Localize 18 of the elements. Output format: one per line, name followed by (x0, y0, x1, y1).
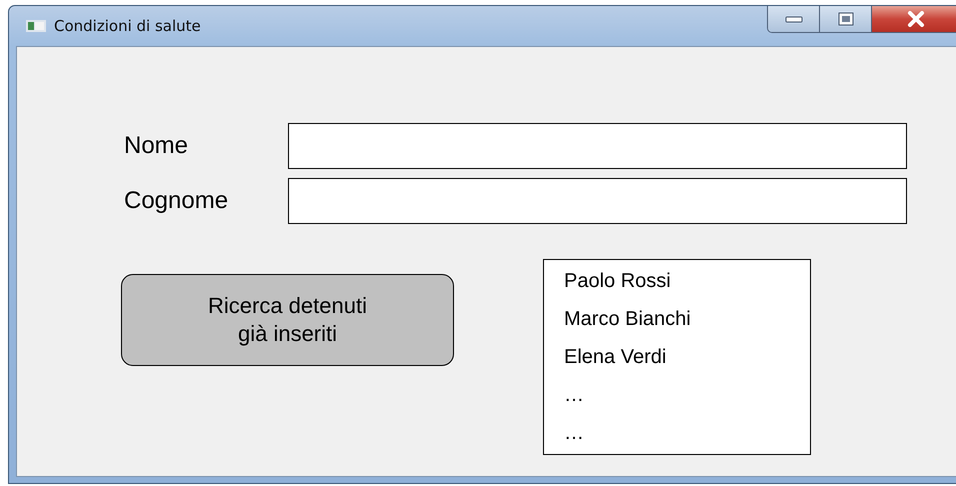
field-label: Nome (124, 132, 190, 160)
input-field[interactable] (288, 178, 907, 224)
field-label: Cognome (124, 187, 230, 215)
list-item[interactable]: Marco Bianchi (564, 302, 691, 340)
maximize-button[interactable] (820, 6, 872, 32)
search-button[interactable]: Ricerca detenuti già inseriti (121, 274, 454, 366)
close-icon (907, 11, 925, 27)
list-item[interactable]: Elena Verdi (564, 340, 666, 378)
list-item[interactable]: … (564, 378, 584, 416)
input-field[interactable] (288, 123, 907, 169)
maximize-icon (838, 12, 854, 26)
minimize-button[interactable] (768, 6, 820, 32)
close-button[interactable] (872, 6, 956, 32)
minimize-icon (784, 15, 802, 23)
app-icon (26, 19, 46, 33)
list-item[interactable]: Paolo Rossi (564, 264, 671, 302)
window-title: Condizioni di salute (54, 17, 201, 35)
list-item[interactable]: … (564, 416, 584, 454)
